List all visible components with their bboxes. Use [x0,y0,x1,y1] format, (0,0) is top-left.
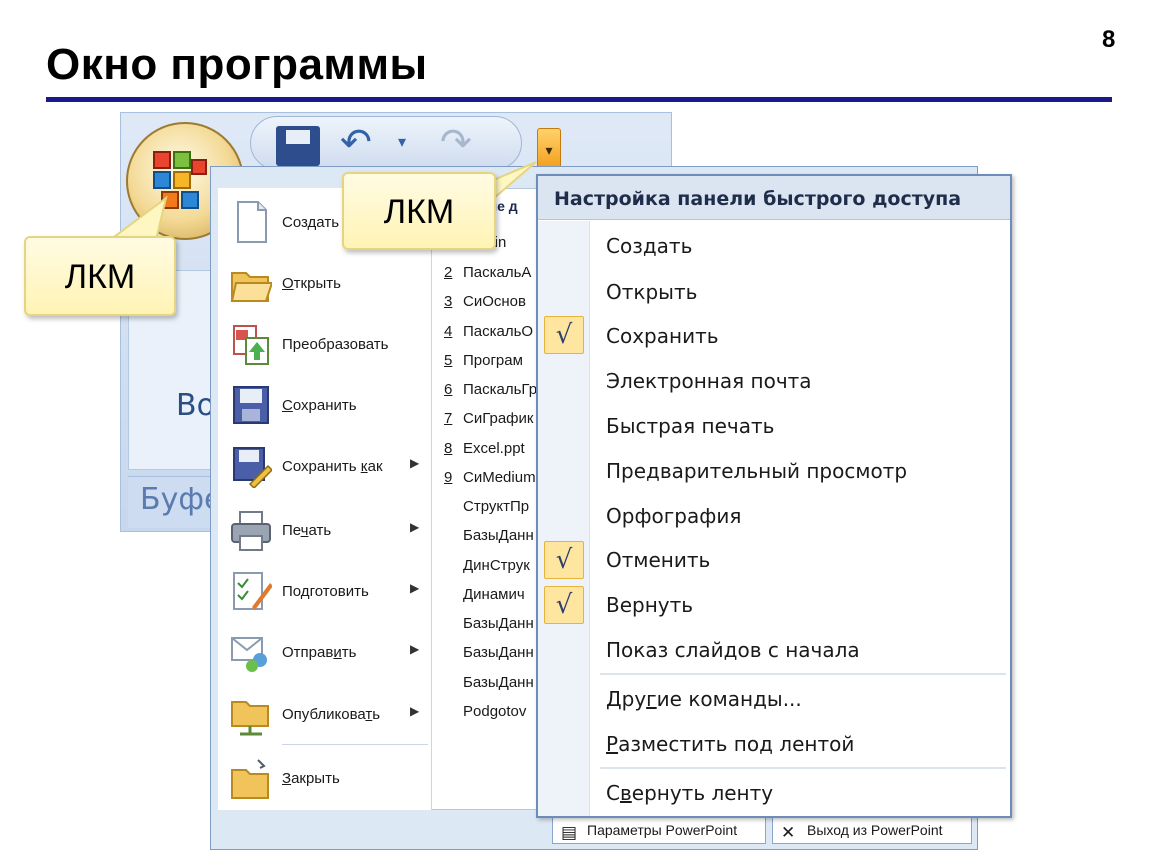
checkmark-icon: √ [544,541,584,579]
menu-item-send[interactable]: Отправить ▶ [222,622,428,682]
recent-item[interactable]: 8 Excel.ppt [444,440,525,468]
customize-qat-title: Настройка панели быстрого доступа [554,188,962,210]
qat-option-quick-print[interactable]: Быстрая печать [606,414,774,438]
recent-item[interactable]: 9 СиMedium [444,469,536,497]
menu-item-label: Сохранить [282,397,357,414]
qat-option-more-commands[interactable]: Другие команды... [606,687,802,711]
menu-item-label: Создать [282,214,340,231]
recent-item[interactable]: Podgotov [444,703,526,731]
menu-item-print[interactable]: Печать ▶ [222,500,428,560]
recent-item[interactable]: БазыДанн [444,527,534,555]
submenu-arrow-icon: ▶ [410,520,420,534]
qat-option-undo[interactable]: Отменить [606,548,710,572]
recent-item[interactable]: 7 СиГрафик [444,410,533,438]
qat-option-place-below-ribbon[interactable]: Разместить под лентой [606,732,854,756]
checkmark-icon: √ [544,316,584,354]
qat-option-slideshow-from-start[interactable]: Показ слайдов с начала [606,638,860,662]
menu-item-save[interactable]: Сохранить [222,375,428,435]
checkmark-icon: √ [544,586,584,624]
menu-item-publish[interactable]: Опубликовать ▶ [222,684,428,744]
menu-item-label: Печать [282,522,332,539]
recent-item[interactable]: 2 ПаскальА [444,264,531,292]
powerpoint-options-button[interactable]: ▤ Параметры PowerPoint [552,816,766,844]
recent-item[interactable]: 3 СиОснов [444,293,526,321]
slide-title: Окно программы [46,40,428,89]
menu-item-label: Преобразовать [282,336,389,353]
menu-separator [600,673,1006,675]
qat-option-print-preview[interactable]: Предварительный просмотр [606,459,907,483]
menu-item-label: Сохранить как [282,458,383,475]
menu-item-open[interactable]: Открыть [222,253,428,313]
save-icon [233,386,269,424]
menu-separator [282,744,428,745]
recent-item[interactable]: БазыДанн [444,644,534,672]
submenu-arrow-icon: ▶ [410,704,420,718]
publish-icon [231,701,269,736]
submenu-arrow-icon: ▶ [410,581,420,595]
save-icon[interactable] [276,126,320,166]
menu-item-label: Отправить [282,644,357,661]
menu-item-save-as[interactable]: Сохранить как ▶ [222,436,428,496]
callout-lkm-customize: ЛКМ [342,172,496,250]
close-icon: ✕ [781,823,796,843]
submenu-arrow-icon: ▶ [410,642,420,656]
recent-item[interactable]: БазыДанн [444,615,534,643]
qat-option-spelling[interactable]: Орфография [606,504,741,528]
menu-item-close[interactable]: Закрыть [222,748,428,808]
recent-item[interactable]: 4 ПаскальО [444,323,533,351]
open-folder-icon [230,272,272,302]
qat-option-email[interactable]: Электронная почта [606,369,812,393]
menu-item-label: Опубликовать [282,706,381,723]
qat-option-new[interactable]: Создать [606,234,692,258]
customize-qat-menu [536,174,1012,818]
undo-dropdown-icon[interactable]: ▾ [398,132,406,151]
send-icon [231,637,267,672]
slide-number: 8 [1102,26,1116,53]
submenu-arrow-icon: ▶ [410,456,420,470]
redo-icon[interactable]: ↷ [440,120,472,164]
menu-item-label: Закрыть [282,770,340,787]
options-icon: ▤ [561,823,578,843]
save-as-icon [233,447,272,488]
convert-icon [233,325,269,365]
callout-lkm-office-button: ЛКМ [24,236,176,316]
undo-icon[interactable]: ↶ [340,120,372,164]
recent-item[interactable]: СтруктПр [444,498,529,526]
prepare-icon [233,572,272,610]
menu-item-convert[interactable]: Преобразовать [222,314,428,374]
menu-item-label: Подготовить [282,583,369,600]
recent-item[interactable]: ДинСтрук [444,557,530,585]
new-document-icon [237,201,267,243]
recent-documents-list: erPoin 2ПаскальА 3СиОснов 4ПаскальО 5Про… [444,234,540,794]
menu-item-label: Открыть [282,275,341,292]
recent-item[interactable]: Динамич [444,586,525,614]
menu-separator [600,767,1006,769]
recent-item[interactable]: БазыДанн [444,674,534,702]
qat-option-save[interactable]: Сохранить [606,324,719,348]
qat-option-redo[interactable]: Вернуть [606,593,693,617]
menu-check-gutter [538,221,590,816]
menu-item-prepare[interactable]: Подготовить ▶ [222,561,428,621]
recent-item[interactable]: 5 Програм [444,352,523,380]
printer-icon [231,511,271,551]
recent-item[interactable]: 6 ПаскальГр [444,381,537,409]
qat-option-open[interactable]: Открыть [606,280,697,304]
close-folder-icon [231,759,269,799]
exit-powerpoint-button[interactable]: ✕ Выход из PowerPoint [772,816,972,844]
title-divider [46,97,1112,102]
qat-option-minimize-ribbon[interactable]: Свернуть ленту [606,781,773,805]
